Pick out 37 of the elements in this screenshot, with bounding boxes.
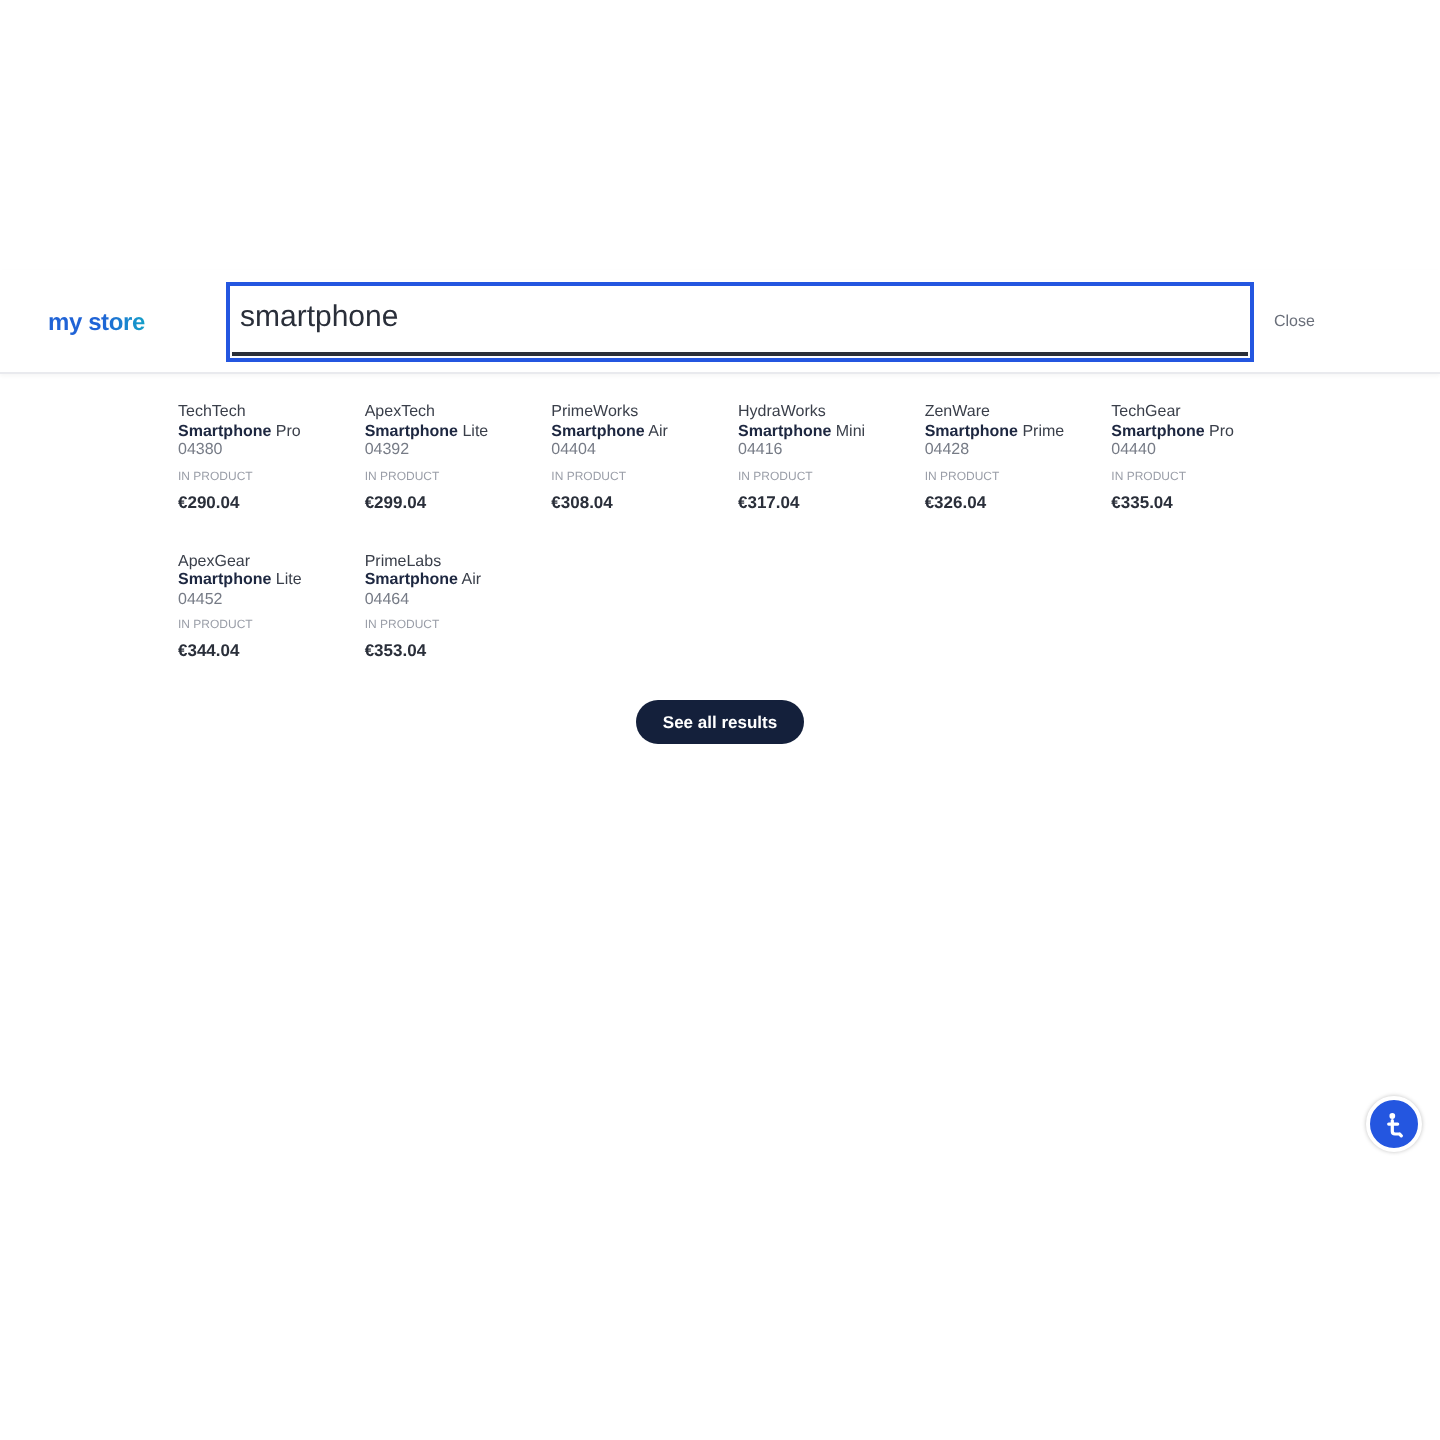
product-price: €326.04: [924, 491, 987, 513]
product-name[interactable]: Smartphone Lite: [178, 570, 302, 589]
search-field[interactable]: smartphone: [226, 281, 1254, 361]
product-price: €353.04: [364, 640, 427, 662]
product-brand[interactable]: PrimeWorks: [551, 402, 639, 421]
person-icon: [1385, 1111, 1403, 1137]
product-name[interactable]: Smartphone Air: [551, 421, 668, 440]
product-code: 04428: [924, 440, 970, 459]
product-brand[interactable]: ApexTech: [364, 402, 435, 421]
product-name[interactable]: Smartphone Lite: [364, 421, 489, 440]
product-brand[interactable]: TechGear: [1111, 402, 1181, 421]
product-code: 04464: [364, 589, 410, 608]
product-price: €317.04: [738, 491, 800, 513]
product-price: €344.04: [178, 640, 240, 662]
product-name[interactable]: Smartphone Air: [364, 570, 482, 589]
product-price: €299.04: [364, 491, 427, 513]
product-price: €308.04: [551, 491, 613, 513]
product-code: 04440: [1111, 440, 1156, 459]
close-link[interactable]: Close: [1274, 312, 1315, 330]
product-name[interactable]: Smartphone Prime: [924, 421, 1065, 440]
product-code: 04380: [178, 440, 223, 459]
product-brand[interactable]: TechTech: [178, 402, 246, 421]
product-name[interactable]: Smartphone Mini: [738, 421, 866, 440]
product-code: 04392: [364, 440, 410, 459]
accessibility-button[interactable]: [1366, 1096, 1422, 1152]
product-name[interactable]: Smartphone Pro: [1111, 421, 1234, 440]
product-code: 04416: [738, 440, 783, 459]
product-brand[interactable]: ZenWare: [924, 402, 990, 421]
product-price: €290.04: [178, 491, 240, 513]
product-code: 04404: [551, 440, 596, 459]
product-price: €335.04: [1111, 491, 1173, 513]
product-name[interactable]: Smartphone Pro: [178, 421, 301, 440]
product-brand[interactable]: PrimeLabs: [364, 551, 442, 570]
product-brand[interactable]: ApexGear: [178, 551, 251, 570]
product-brand[interactable]: HydraWorks: [738, 402, 826, 421]
see-all-results-button[interactable]: See all results: [636, 700, 804, 744]
product-code: 04452: [178, 589, 223, 608]
